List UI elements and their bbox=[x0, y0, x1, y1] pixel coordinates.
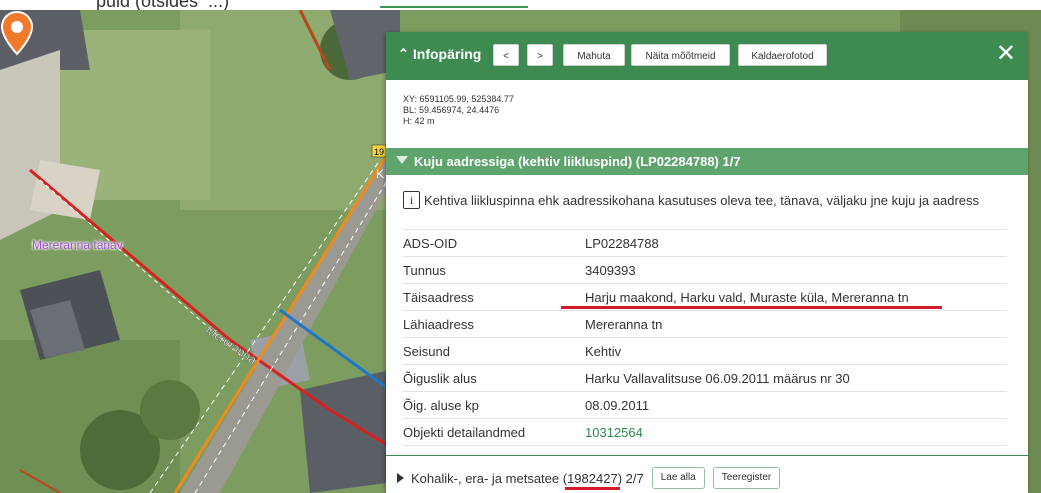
section2-title-suffix: ) 2/7 bbox=[617, 470, 644, 486]
road-number: 19 bbox=[374, 147, 384, 157]
table-row: Seisund Kehtiv bbox=[403, 337, 1007, 365]
top-partial-underline bbox=[380, 6, 528, 8]
road-id-annotation-underline bbox=[565, 486, 620, 490]
road-letter: K bbox=[376, 167, 384, 181]
street-label: Mereranna tänav bbox=[32, 238, 123, 252]
attr-key: ADS-OID bbox=[403, 229, 585, 257]
section-title: Kuju aadressiga (kehtiv liikluspind) (LP… bbox=[414, 154, 741, 169]
attr-value: Harku Vallavalitsuse 06.09.2011 määrus n… bbox=[585, 364, 1007, 392]
fit-button[interactable]: Mahuta bbox=[563, 44, 625, 66]
table-row: Objekti detailandmed 10312564 bbox=[403, 418, 1007, 446]
info-icon: i bbox=[403, 191, 420, 209]
location-marker-icon[interactable] bbox=[0, 10, 34, 56]
attr-key: Täisaadress bbox=[403, 283, 585, 311]
oblique-photos-button[interactable]: Kaldaerofotod bbox=[738, 44, 827, 66]
top-strip: puid (otsides ...) bbox=[0, 0, 1041, 10]
table-row: ADS-OID LP02284788 bbox=[403, 229, 1007, 257]
attr-key: Objekti detailandmed bbox=[403, 418, 585, 446]
panel-title-text: Infopäring bbox=[412, 46, 482, 62]
top-partial-text: puid (otsides ...) bbox=[96, 0, 230, 10]
attr-value: LP02284788 bbox=[585, 229, 1007, 257]
show-measurements-button[interactable]: Näita mõõtmeid bbox=[631, 44, 730, 66]
attr-value: 08.09.2011 bbox=[585, 391, 1007, 419]
coord-bl: BL: 59.456974, 24.4476 bbox=[403, 105, 500, 115]
panel-title[interactable]: ⌃ Infopäring bbox=[398, 46, 481, 62]
section-header-local-road[interactable]: Kohalik-, era- ja metsatee ( 1982427 ) 2… bbox=[397, 467, 781, 490]
prev-button[interactable]: < bbox=[493, 44, 519, 66]
close-icon[interactable]: ✕ bbox=[996, 42, 1016, 66]
attr-value: Kehtiv bbox=[585, 337, 1007, 365]
next-button[interactable]: > bbox=[527, 44, 553, 66]
attr-key: Lähiaadress bbox=[403, 310, 585, 338]
table-row: Tunnus 3409393 bbox=[403, 256, 1007, 284]
expand-triangle-icon bbox=[396, 156, 408, 164]
table-row: Õig. aluse kp 08.09.2011 bbox=[403, 391, 1007, 419]
download-button[interactable]: Lae alla bbox=[651, 467, 705, 489]
table-row: Õiguslik alus Harku Vallavalitsuse 06.09… bbox=[403, 364, 1007, 392]
expand-triangle-icon bbox=[397, 473, 404, 483]
table-row: Lähiaadress Mereranna tn bbox=[403, 310, 1007, 338]
collapse-chevron-icon[interactable]: ⌃ bbox=[398, 46, 409, 62]
road-registry-button[interactable]: Teeregister bbox=[712, 467, 781, 489]
section2-id-wrap: 1982427 bbox=[565, 470, 620, 490]
description-text: Kehtiva liikluspinna ehk aadressikohana … bbox=[424, 192, 980, 208]
attr-value: Mereranna tn bbox=[585, 310, 1007, 338]
section-description: i Kehtiva liikluspinna ehk aadressikohan… bbox=[403, 191, 979, 209]
coordinates-block: XY: 6591105.99, 525384.77 BL: 59.456974,… bbox=[403, 94, 514, 127]
section-header-shape-address[interactable]: Kuju aadressiga (kehtiv liikluspind) (LP… bbox=[386, 148, 1028, 175]
section2-title-prefix: Kohalik-, era- ja metsatee ( bbox=[411, 470, 568, 486]
attribute-table: ADS-OID LP02284788 Tunnus 3409393 Täisaa… bbox=[403, 229, 1007, 446]
info-panel-header: ⌃ Infopäring < > Mahuta Näita mõõtmeid K… bbox=[386, 32, 1028, 80]
attr-key: Seisund bbox=[403, 337, 585, 365]
full-address-annotation-underline bbox=[561, 306, 942, 309]
section-divider bbox=[386, 455, 1028, 456]
attr-key: Õig. aluse kp bbox=[403, 391, 585, 419]
attr-value: 3409393 bbox=[585, 256, 1007, 284]
attr-key: Õiguslik alus bbox=[403, 364, 585, 392]
attr-key: Tunnus bbox=[403, 256, 585, 284]
coord-xy: XY: 6591105.99, 525384.77 bbox=[403, 94, 514, 104]
coord-h: H: 42 m bbox=[403, 116, 435, 126]
info-panel: ⌃ Infopäring < > Mahuta Näita mõõtmeid K… bbox=[386, 32, 1028, 493]
section2-title-id: 1982427 bbox=[567, 470, 618, 486]
object-details-link[interactable]: 10312564 bbox=[585, 425, 643, 440]
